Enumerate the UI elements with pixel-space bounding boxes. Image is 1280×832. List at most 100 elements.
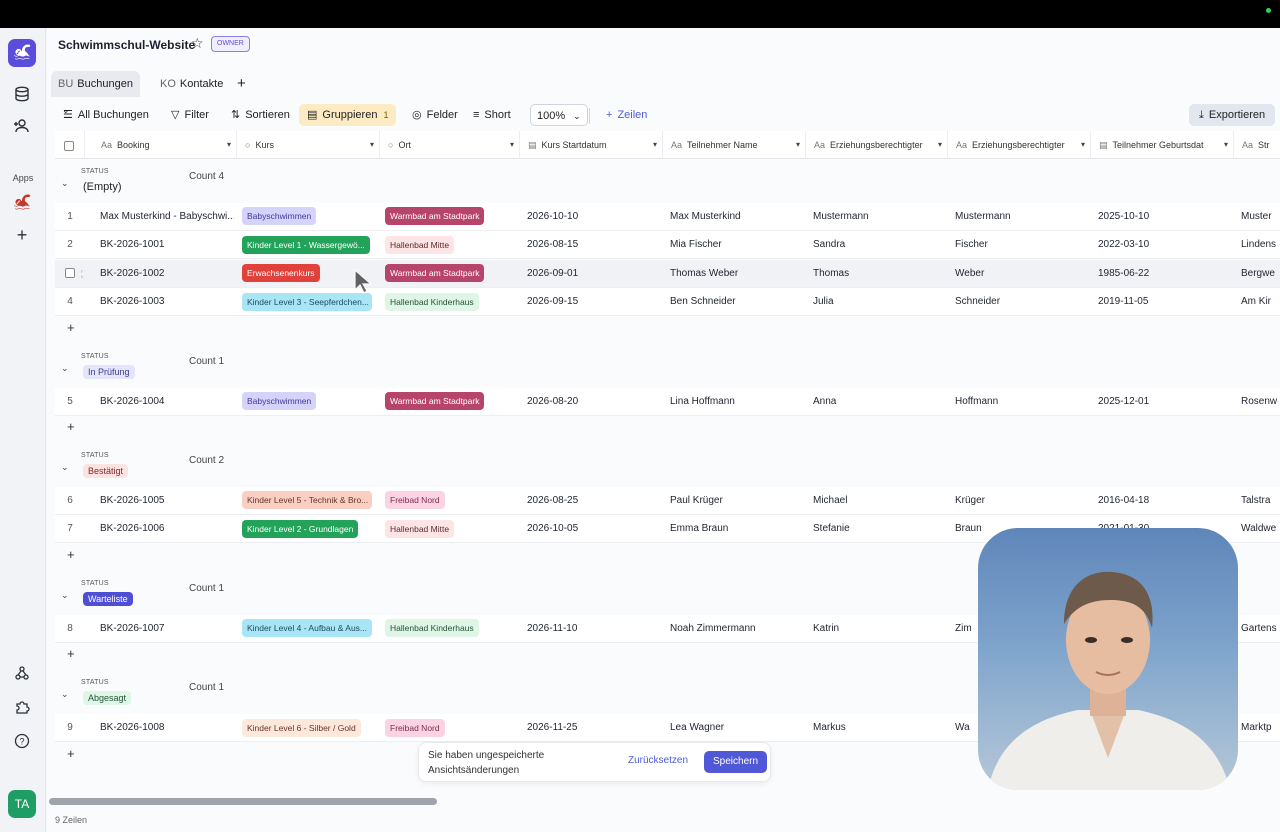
column-header[interactable]: ▤ Kurs Startdatum ▾ [520,131,663,159]
kurs-cell[interactable]: Kinder Level 1 - Wassergewö... [242,231,375,259]
start-cell[interactable]: 2026-09-15 [527,288,660,316]
group-button[interactable]: ▤ Gruppieren 1 [299,104,397,126]
table-row[interactable]: ⛶ BK-2026-1002 Erwachsenenkurs Warmbad am S… [55,259,1280,288]
kurs-cell[interactable]: Babyschwimmen [242,203,375,231]
chevron-down-icon[interactable]: ▾ [1224,131,1228,159]
erz1-cell[interactable]: Stefanie [813,515,945,543]
ort-cell[interactable]: Hallenbad Kinderhaus [385,288,515,316]
user-avatar[interactable]: TA [8,790,36,818]
table-row[interactable]: 2 BK-2026-1001 Kinder Level 1 - Wassergewö… [55,231,1280,260]
name-cell[interactable]: Lina Hoffmann [670,388,803,416]
str-cell[interactable]: Am Kir [1241,288,1280,316]
group-header[interactable]: ⌄ STATUS In Prüfung Count 1 [55,345,1280,385]
erz1-cell[interactable]: Markus [813,714,945,742]
ort-cell[interactable]: Hallenbad Mitte [385,231,515,259]
fields-button[interactable]: ◎ Felder [408,104,462,126]
chevron-down-icon[interactable]: ▾ [227,131,231,159]
name-cell[interactable]: Paul Krüger [670,487,803,515]
collapse-chevron-icon[interactable]: ⌄ [61,363,69,374]
erz2-cell[interactable]: Weber [955,260,1088,288]
erz2-cell[interactable]: Fischer [955,231,1088,259]
horizontal-scrollbar[interactable] [49,798,1274,806]
column-header[interactable]: Aa Booking ▾ [93,131,237,159]
geb-cell[interactable]: 1985-06-22 [1098,260,1231,288]
start-cell[interactable]: 2026-09-01 [527,260,660,288]
chevron-down-icon[interactable]: ▾ [653,131,657,159]
column-header[interactable]: ○ Ort ▾ [380,131,520,159]
booking-cell[interactable]: BK-2026-1008 [100,714,234,742]
kurs-cell[interactable]: Kinder Level 5 - Technik & Bro... [242,487,375,515]
ort-cell[interactable]: Warmbad am Stadtpark [385,388,515,416]
group-header[interactable]: ⌄ STATUS Bestätigt Count 2 [55,444,1280,484]
str-cell[interactable]: Gartens [1241,615,1280,643]
ort-cell[interactable]: Hallenbad Mitte [385,515,515,543]
str-cell[interactable]: Marktp [1241,714,1280,742]
column-header[interactable]: Aa Teilnehmer Name ▾ [663,131,806,159]
name-cell[interactable]: Lea Wagner [670,714,803,742]
booking-cell[interactable]: BK-2026-1007 [100,615,234,643]
str-cell[interactable]: Bergwe [1241,260,1280,288]
name-cell[interactable]: Thomas Weber [670,260,803,288]
str-cell[interactable]: Rosenw [1241,388,1280,416]
ort-cell[interactable]: Freibad Nord [385,487,515,515]
name-cell[interactable]: Max Musterkind [670,203,803,231]
add-row-button[interactable]: + [67,547,75,562]
puzzle-icon[interactable] [11,699,33,721]
geb-cell[interactable]: 2025-12-01 [1098,388,1231,416]
reset-button[interactable]: Zurücksetzen [628,755,688,766]
expand-row-icon[interactable]: ⛶ [81,260,85,288]
booking-cell[interactable]: BK-2026-1003 [100,288,234,316]
database-icon[interactable] [11,86,33,108]
collapse-chevron-icon[interactable]: ⌄ [61,462,69,473]
booking-cell[interactable]: BK-2026-1001 [100,231,234,259]
column-header[interactable]: ○ Kurs ▾ [237,131,380,159]
ort-cell[interactable]: Hallenbad Kinderhaus [385,615,515,643]
filter-button[interactable]: ▽ Filter [167,104,213,126]
booking-cell[interactable]: BK-2026-1006 [100,515,234,543]
webhook-icon[interactable] [11,665,33,687]
column-header[interactable]: Aa Erziehungsberechtigter ▾ [948,131,1091,159]
erz2-cell[interactable]: Mustermann [955,203,1088,231]
select-all-checkbox[interactable] [55,131,85,159]
erz1-cell[interactable]: Sandra [813,231,945,259]
column-header[interactable]: Aa Erziehungsberechtigter ▾ [806,131,948,159]
add-row-button[interactable]: + [67,746,75,761]
table-row[interactable]: 1 Max Musterkind - Babyschwi... Babyschwim… [55,203,1280,231]
start-cell[interactable]: 2026-08-15 [527,231,660,259]
erz1-cell[interactable]: Thomas [813,260,945,288]
add-row-button[interactable]: + [67,320,75,335]
add-app-icon[interactable]: + [11,224,33,246]
tab-buchungen[interactable]: BU Buchungen ⌄ [51,71,140,115]
erz1-cell[interactable]: Mustermann [813,203,945,231]
geb-cell[interactable]: 2025-10-10 [1098,203,1231,231]
chevron-down-icon[interactable]: ▾ [1081,131,1085,159]
geb-cell[interactable]: 2019-11-05 [1098,288,1231,316]
zoom-select[interactable]: 100% ⌄ [530,104,588,126]
chevron-down-icon[interactable]: ▾ [510,131,514,159]
sort-button[interactable]: ⇅ Sortieren [227,104,294,126]
booking-cell[interactable]: BK-2026-1005 [100,487,234,515]
kurs-cell[interactable]: Kinder Level 2 - Grundlagen [242,515,375,543]
str-cell[interactable]: Lindens [1241,231,1280,259]
name-cell[interactable]: Noah Zimmermann [670,615,803,643]
erz1-cell[interactable]: Katrin [813,615,945,643]
start-cell[interactable]: 2026-10-10 [527,203,660,231]
row-select[interactable]: ⛶ [55,260,85,288]
kurs-cell[interactable]: Babyschwimmen [242,388,375,416]
tab-kontakte[interactable]: KO Kontakte [153,71,230,97]
table-row[interactable]: 5 BK-2026-1004 Babyschwimmen Warmbad am Sta… [55,387,1280,416]
start-cell[interactable]: 2026-11-25 [527,714,660,742]
erz1-cell[interactable]: Michael [813,487,945,515]
start-cell[interactable]: 2026-10-05 [527,515,660,543]
start-cell[interactable]: 2026-11-10 [527,615,660,643]
geb-cell[interactable]: 2016-04-18 [1098,487,1231,515]
table-row[interactable]: 6 BK-2026-1005 Kinder Level 5 - Technik & … [55,487,1280,515]
str-cell[interactable]: Talstra [1241,487,1280,515]
str-cell[interactable]: Muster [1241,203,1280,231]
add-row-button[interactable]: + [67,419,75,434]
group-header[interactable]: ⌄ STATUS (Empty) Count 4 [55,160,1280,200]
erz2-cell[interactable]: Schneider [955,288,1088,316]
name-cell[interactable]: Ben Schneider [670,288,803,316]
chevron-down-icon[interactable]: ▾ [938,131,942,159]
add-tab-button[interactable]: + [230,71,253,97]
